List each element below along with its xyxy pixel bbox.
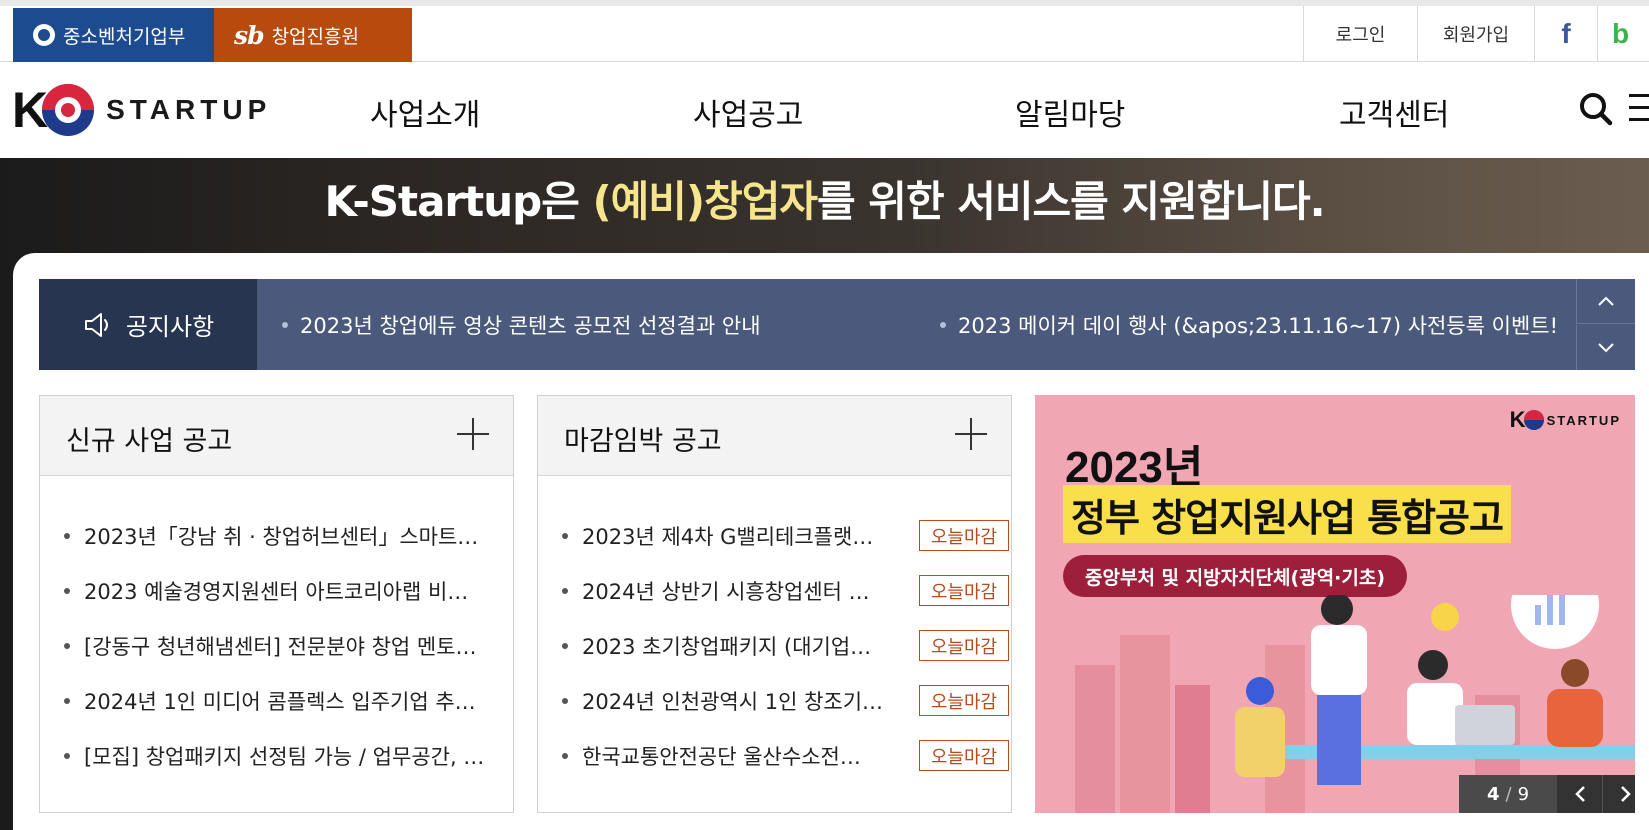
speaker-icon — [84, 312, 108, 337]
chevron-left-icon — [1574, 786, 1585, 802]
banner-counter: 4 / 9 — [1459, 775, 1557, 813]
nav-news[interactable]: 알림마당 — [1015, 90, 1125, 134]
bullet-icon — [64, 752, 70, 759]
list-item[interactable]: 2024년 상반기 시흥창업센터 … 오늘마감 — [562, 563, 1009, 618]
hero-title-highlight: (예비)창업자 — [592, 177, 818, 226]
bullet-icon — [940, 321, 946, 328]
banner-logo: K STARTUP — [1510, 407, 1621, 433]
menu-icon[interactable] — [1629, 94, 1649, 124]
new-business-panel: 신규 사업 공고 2023년「강남 취 · 창업허브센터」스마트… 2023 예… — [39, 395, 514, 813]
bullet-icon — [562, 532, 568, 539]
list-item-text: 한국교통안전공단 울산수소전… — [582, 744, 861, 769]
bullet-icon — [282, 321, 288, 328]
hero-title-pre: K-Startup은 — [324, 177, 593, 226]
list-item[interactable]: 2023 예술경영지원센터 아트코리아랩 비… — [64, 563, 484, 618]
list-item[interactable]: [모집] 창업패키지 선정팀 가능 / 업무공간, … — [64, 728, 484, 783]
deadline-badge: 오늘마감 — [919, 520, 1009, 551]
list-item[interactable]: 2024년 1인 미디어 콤플렉스 입주기업 추… — [64, 673, 484, 728]
search-icon[interactable] — [1579, 92, 1613, 126]
panel-header: 마감임박 공고 — [538, 396, 1011, 476]
chevron-down-icon — [1598, 342, 1614, 352]
notice-label: 공지사항 — [125, 313, 215, 341]
list-item-text: [강동구 청년해냄센터] 전문분야 창업 멘토… — [84, 634, 477, 659]
deadline-badge: 오늘마감 — [919, 740, 1009, 771]
deadline-list: 2023년 제4차 G밸리테크플랫… 오늘마감 2024년 상반기 시흥창업센터 … — [562, 508, 1009, 783]
plus-icon[interactable] — [955, 418, 987, 450]
taegeuk-icon — [42, 84, 95, 136]
list-item-text: 2023 초기창업패키지 (대기업… — [582, 634, 872, 659]
notice-item-text: 2023년 창업에듀 영상 콘텐츠 공모전 선정결과 안내 — [300, 313, 761, 338]
list-item-text: [모집] 창업패키지 선정팀 가능 / 업무공간, … — [84, 744, 484, 769]
logo-word: STARTUP — [106, 94, 272, 125]
kstartup-logo[interactable]: K STARTUP — [12, 82, 271, 138]
banner-title: 정부 창업지원사업 통합공고 — [1063, 485, 1511, 543]
deadline-badge: 오늘마감 — [919, 685, 1009, 716]
bullet-icon — [562, 587, 568, 594]
kised-label: 창업진흥원 — [271, 25, 359, 48]
deadline-panel: 마감임박 공고 2023년 제4차 G밸리테크플랫… 오늘마감 2024년 상반기… — [537, 395, 1012, 813]
notice-heading: 공지사항 — [39, 279, 257, 370]
list-item-text: 2024년 상반기 시흥창업센터 … — [582, 579, 870, 604]
login-link[interactable]: 로그인 — [1303, 6, 1417, 62]
panel-title: 신규 사업 공고 — [66, 426, 233, 457]
bullet-icon — [64, 697, 70, 704]
nav-about[interactable]: 사업소개 — [370, 90, 480, 134]
chevron-up-icon — [1598, 296, 1614, 306]
notice-next-button[interactable] — [1576, 325, 1635, 370]
list-item[interactable]: 2023년 제4차 G밸리테크플랫… 오늘마감 — [562, 508, 1009, 563]
notice-prev-button[interactable] — [1576, 279, 1635, 324]
list-item-text: 2024년 1인 미디어 콤플렉스 입주기업 추… — [84, 689, 476, 714]
banner-separator: / — [1505, 783, 1512, 805]
banner-prev-button[interactable] — [1557, 775, 1603, 813]
bullet-icon — [64, 532, 70, 539]
mss-label: 중소벤처기업부 — [63, 25, 186, 48]
banner-total: 9 — [1517, 783, 1530, 805]
new-business-list: 2023년「강남 취 · 창업허브센터」스마트… 2023 예술경영지원센터 아… — [64, 508, 484, 783]
list-item-text: 2024년 인천광역시 1인 창조기… — [582, 689, 882, 714]
blog-icon[interactable]: b — [1597, 6, 1649, 62]
promo-banner[interactable]: K STARTUP 2023년 정부 창업지원사업 통합공고 중앙부처 및 지방… — [1035, 395, 1635, 813]
hero-title: K-Startup은 (예비)창업자를 위한 서비스를 지원합니다. — [0, 168, 1649, 229]
deadline-badge: 오늘마감 — [919, 630, 1009, 661]
kised-link[interactable]: sb 창업진흥원 — [214, 8, 412, 62]
bullet-icon — [562, 642, 568, 649]
chevron-right-icon — [1621, 786, 1631, 802]
bullet-icon — [64, 642, 70, 649]
list-item[interactable]: 2024년 인천광역시 1인 창조기… 오늘마감 — [562, 673, 1009, 728]
banner-current: 4 — [1486, 783, 1500, 805]
join-link[interactable]: 회원가입 — [1417, 6, 1534, 62]
plus-icon[interactable] — [457, 418, 489, 450]
banner-next-button[interactable] — [1603, 775, 1635, 813]
facebook-icon[interactable]: f — [1534, 6, 1597, 62]
deadline-badge: 오늘마감 — [919, 575, 1009, 606]
notice-item[interactable]: 2023년 창업에듀 영상 콘텐츠 공모전 선정결과 안내 — [282, 279, 761, 370]
list-item[interactable]: [강동구 청년해냄센터] 전문분야 창업 멘토… — [64, 618, 484, 673]
utility-bar: 중소벤처기업부 sb 창업진흥원 로그인 회원가입 f b — [0, 0, 1649, 62]
list-item-text: 2023 예술경영지원센터 아트코리아랩 비… — [84, 579, 469, 604]
list-item[interactable]: 2023년「강남 취 · 창업허브센터」스마트… — [64, 508, 484, 563]
site-header: K STARTUP 사업소개 사업공고 알림마당 고객센터 — [0, 62, 1649, 158]
list-item[interactable]: 2023 초기창업패키지 (대기업… 오늘마감 — [562, 618, 1009, 673]
nav-support[interactable]: 고객센터 — [1339, 90, 1449, 134]
panel-title: 마감임박 공고 — [564, 426, 722, 457]
kised-logo-icon: sb — [234, 20, 265, 50]
hero-title-post: 를 위한 서비스를 지원합니다. — [817, 177, 1326, 226]
logo-k: K — [12, 82, 48, 138]
list-item[interactable]: 한국교통안전공단 울산수소전… 오늘마감 — [562, 728, 1009, 783]
bullet-icon — [562, 752, 568, 759]
taegeuk-icon — [1523, 410, 1544, 430]
panel-header: 신규 사업 공고 — [40, 396, 513, 476]
banner-logo-word: STARTUP — [1546, 412, 1621, 428]
nav-announcements[interactable]: 사업공고 — [693, 90, 803, 134]
mss-link[interactable]: 중소벤처기업부 — [13, 8, 214, 62]
list-item-text: 2023년 제4차 G밸리테크플랫… — [582, 524, 874, 549]
mss-logo-icon — [33, 24, 55, 46]
bullet-icon — [64, 587, 70, 594]
notice-item-text: 2023 메이커 데이 행사 (&apos;23.11.16~17) 사전등록 … — [958, 313, 1559, 338]
banner-subtitle: 중앙부처 및 지방자치단체(광역·기초) — [1063, 555, 1408, 597]
notice-item[interactable]: 2023 메이커 데이 행사 (&apos;23.11.16~17) 사전등록 … — [940, 279, 1558, 370]
bullet-icon — [562, 697, 568, 704]
list-item-text: 2023년「강남 취 · 창업허브센터」스마트… — [84, 524, 479, 549]
notice-bar: 공지사항 2023년 창업에듀 영상 콘텐츠 공모전 선정결과 안내 2023 … — [39, 279, 1635, 370]
